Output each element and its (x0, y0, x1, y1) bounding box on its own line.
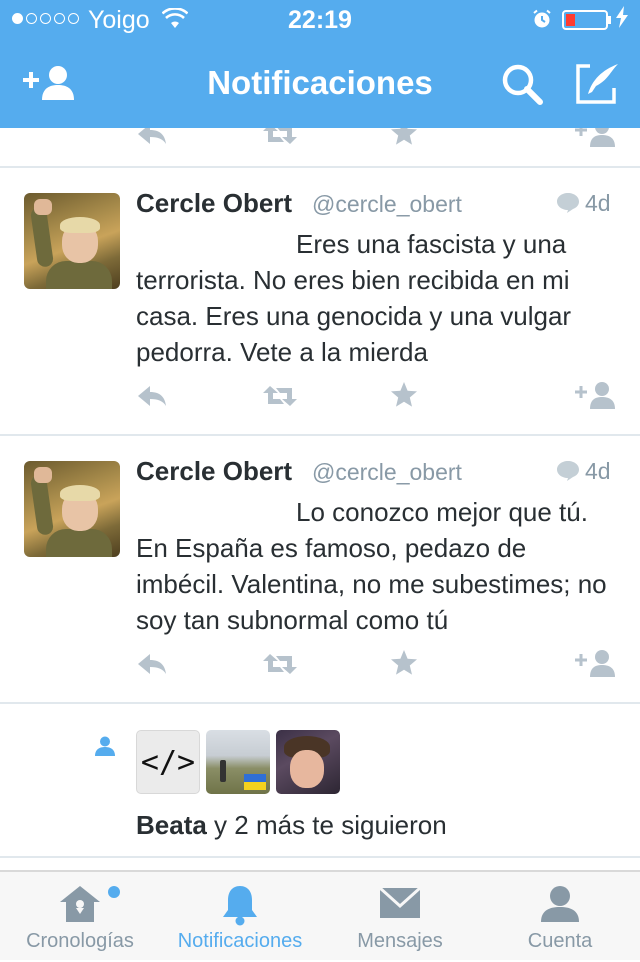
follow-icon[interactable] (574, 648, 616, 683)
compose-icon[interactable] (574, 62, 620, 111)
tweet-author-handle[interactable]: @cercle_obert (312, 459, 462, 486)
notifications-feed: Cercle Obert @cercle_obert 4d Eres una f… (0, 128, 640, 870)
follower-avatar[interactable] (206, 730, 270, 794)
tab-cronologias[interactable]: Cronologías (0, 872, 160, 962)
tweet-age: 4d (585, 190, 611, 216)
follower-avatar[interactable] (276, 730, 340, 794)
conversation-icon (556, 192, 580, 219)
tweet-age: 4d (585, 458, 611, 484)
follow-summary-rest: y 2 más te siguieron (206, 810, 447, 840)
favorite-icon[interactable] (390, 381, 418, 414)
avatar[interactable] (24, 461, 120, 557)
home-icon (0, 884, 160, 924)
follow-summary: Beata y 2 más te siguieron (136, 810, 447, 841)
follower-icon (94, 736, 116, 761)
tab-label: Cuenta (527, 930, 593, 952)
charging-icon (616, 6, 628, 34)
follow-notification[interactable]: </> Beata y 2 más te siguieron (0, 706, 640, 856)
reply-icon[interactable] (136, 384, 168, 413)
page-title: Notificaciones (207, 64, 433, 101)
envelope-icon (320, 884, 480, 922)
tweet-text: Eres una fascista y una terrorista. No e… (136, 229, 572, 367)
favorite-icon[interactable] (390, 128, 418, 152)
separator (0, 856, 640, 858)
reply-icon[interactable] (136, 128, 168, 151)
tab-notificaciones[interactable]: Notificaciones (160, 872, 320, 962)
separator (0, 702, 640, 704)
retweet-icon[interactable] (262, 384, 298, 413)
tweet-author-handle[interactable]: @cercle_obert (312, 191, 462, 218)
tab-cuenta[interactable]: Cuenta (480, 872, 640, 962)
conversation-icon (556, 460, 580, 487)
tweet-card[interactable]: Cercle Obert @cercle_obert 4d Lo conozco… (0, 436, 640, 702)
search-icon[interactable] (500, 62, 544, 111)
avatar[interactable] (24, 193, 120, 289)
reply-icon[interactable] (136, 652, 168, 681)
retweet-icon[interactable] (262, 128, 298, 151)
follower-avatar[interactable]: </> (136, 730, 200, 794)
tab-bar: Cronologías Notificaciones Mensajes Cuen… (0, 870, 640, 960)
tweet-author-name[interactable]: Cercle Obert (136, 188, 292, 219)
bell-icon (160, 884, 320, 926)
battery-nub (608, 16, 611, 24)
tab-label: Notificaciones (177, 930, 303, 952)
battery-icon (562, 10, 608, 30)
follower-avatar-code-text: </> (140, 744, 196, 780)
tab-label: Mensajes (357, 930, 443, 952)
tweet-author-name[interactable]: Cercle Obert (136, 456, 292, 487)
tweet-card[interactable]: Cercle Obert @cercle_obert 4d Eres una f… (0, 168, 640, 434)
tweet-actions (0, 376, 640, 416)
tweet-text: Lo conozco mejor que tú. En España es fa… (136, 497, 607, 635)
tab-label: Cronologías (26, 930, 134, 952)
tweet-actions (0, 128, 640, 154)
alarm-icon (532, 9, 552, 34)
tweet-actions (0, 644, 640, 684)
favorite-icon[interactable] (390, 649, 418, 682)
tab-mensajes[interactable]: Mensajes (320, 872, 480, 962)
unread-dot (108, 886, 120, 898)
follow-icon[interactable] (574, 128, 616, 153)
status-bar: Yoigo 22:19 (0, 0, 640, 40)
follow-icon[interactable] (574, 380, 616, 415)
retweet-icon[interactable] (262, 652, 298, 681)
follower-name[interactable]: Beata (136, 810, 207, 840)
person-icon (480, 884, 640, 924)
top-bar: Yoigo 22:19 Notificaciones (0, 0, 640, 128)
